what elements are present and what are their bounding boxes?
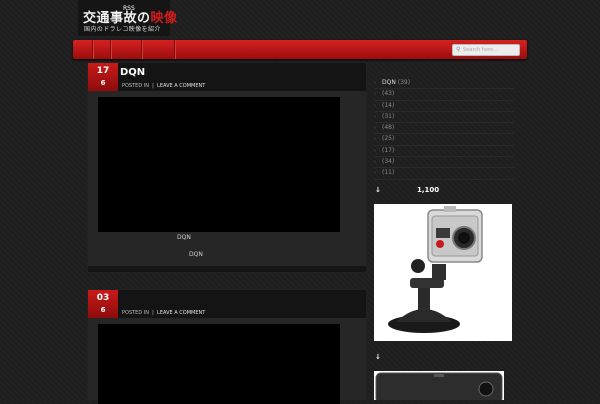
category-item[interactable]: › DQN (39) bbox=[374, 78, 514, 90]
leave-comment-link[interactable]: LEAVE A COMMENT bbox=[157, 310, 205, 316]
bullet-icon: › bbox=[374, 80, 376, 86]
nav-separator bbox=[92, 40, 94, 59]
category-item[interactable]: › (14) bbox=[374, 101, 514, 112]
date-badge: 17 6 bbox=[88, 63, 118, 91]
category-count: (14) bbox=[382, 101, 395, 109]
category-name: DQN bbox=[382, 79, 396, 86]
search-input[interactable]: ⚲ Search here... bbox=[452, 44, 520, 56]
nav-separator bbox=[174, 40, 176, 59]
post-meta: POSTED IN | LEAVE A COMMENT bbox=[122, 83, 206, 89]
nav-separator bbox=[141, 40, 143, 59]
bullet-icon: › bbox=[374, 170, 376, 177]
product-image-action-camera[interactable] bbox=[374, 204, 512, 341]
category-count: (25) bbox=[382, 135, 395, 143]
search-placeholder: Search here... bbox=[463, 47, 498, 53]
category-item[interactable]: › (25) bbox=[374, 134, 514, 146]
date-day: 03 bbox=[96, 293, 110, 303]
bullet-icon: › bbox=[374, 113, 376, 120]
posted-in-label: POSTED IN bbox=[122, 83, 149, 89]
category-list: › DQN (39) › (43) › (14) › (31) › (48) › (25) … bbox=[374, 78, 514, 180]
product-image-second[interactable] bbox=[374, 371, 504, 404]
site-tagline: 国内のドラレコ映像を紹介 bbox=[84, 26, 161, 33]
date-badge: 03 6 bbox=[88, 290, 118, 318]
post-caption: DQN bbox=[189, 251, 203, 258]
bullet-icon: › bbox=[374, 102, 376, 109]
category-count: (43) bbox=[382, 90, 395, 98]
post-footer bbox=[88, 266, 366, 272]
bullet-icon: › bbox=[374, 91, 376, 98]
post-card: 17 6 DQN POSTED IN | LEAVE A COMMENT DQN… bbox=[88, 63, 366, 272]
category-item[interactable]: › (34) bbox=[374, 157, 514, 169]
date-day: 17 bbox=[96, 66, 110, 76]
bullet-icon: › bbox=[374, 136, 376, 143]
category-item[interactable]: › (43) bbox=[374, 89, 514, 101]
category-item[interactable]: › (31) bbox=[374, 112, 514, 124]
video-embed[interactable] bbox=[98, 324, 340, 404]
category-count: (17) bbox=[382, 146, 395, 154]
video-embed[interactable] bbox=[98, 97, 340, 232]
leave-comment-link[interactable]: LEAVE A COMMENT bbox=[157, 83, 205, 89]
category-item[interactable]: › (17) bbox=[374, 146, 514, 158]
bullet-icon: › bbox=[374, 125, 376, 132]
post-caption: DQN bbox=[177, 234, 191, 241]
device-icon bbox=[374, 371, 504, 404]
bullet-icon: › bbox=[374, 159, 376, 166]
action-camera-icon bbox=[374, 204, 512, 341]
bullet-icon: › bbox=[374, 147, 376, 154]
category-count: (48) bbox=[382, 124, 395, 132]
category-item[interactable]: › (48) bbox=[374, 123, 514, 135]
product-price: 1,100 bbox=[417, 186, 440, 194]
date-month: 6 bbox=[100, 79, 106, 87]
post-title[interactable]: DQN bbox=[120, 67, 145, 78]
category-count: (34) bbox=[382, 158, 395, 166]
nav-item-rss[interactable]: RSS bbox=[123, 5, 135, 12]
widget-arrow: ↓ bbox=[375, 353, 381, 361]
date-month: 6 bbox=[100, 306, 106, 314]
posted-in-label: POSTED IN bbox=[122, 310, 149, 316]
post-meta: POSTED IN | LEAVE A COMMENT bbox=[122, 310, 206, 316]
widget-arrow: ↓ bbox=[375, 186, 381, 194]
category-item[interactable]: › (11) bbox=[374, 168, 514, 180]
category-count: (39) bbox=[397, 79, 411, 86]
category-count: (11) bbox=[382, 169, 395, 177]
nav-separator bbox=[110, 40, 112, 59]
category-count: (31) bbox=[382, 112, 395, 120]
post-card: 03 6 POSTED IN | LEAVE A COMMENT bbox=[88, 290, 366, 404]
search-icon: ⚲ bbox=[456, 46, 461, 53]
